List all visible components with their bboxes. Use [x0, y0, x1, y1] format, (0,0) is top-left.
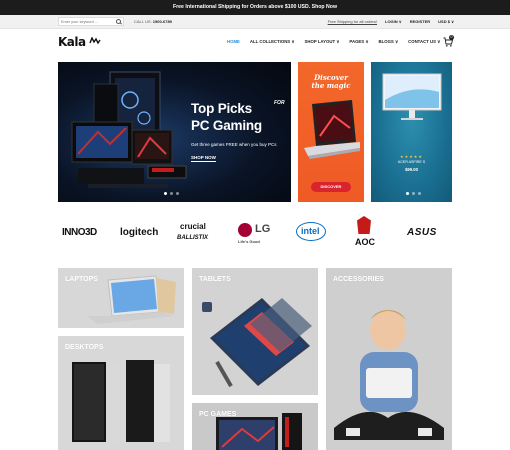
brand-inno3d[interactable]: INNO3D [62, 227, 97, 238]
hero-title-line2: PC Gaming [191, 118, 262, 133]
promo-slider-dots [406, 192, 421, 195]
utility-links: Free Shipping for all orders! LOGIN ∨ RE… [328, 19, 454, 24]
category-tile-tablets[interactable]: TABLETS [192, 268, 318, 395]
hero-subtitle: Get three games FREE when you buy PCs [191, 142, 277, 147]
slider-dot[interactable] [412, 192, 415, 195]
site-header: Kala HOME ALL COLLECTIONS ∨ SHOP LAYOUT … [0, 29, 510, 55]
brand-ballistix[interactable]: BALLISTIX [177, 235, 208, 241]
nav-pages[interactable]: PAGES ∨ [349, 39, 368, 45]
register-link[interactable]: REGISTER [410, 19, 430, 24]
brand-asus[interactable]: ASUS [407, 227, 437, 238]
login-link[interactable]: LOGIN ∨ [385, 19, 402, 24]
category-label: DESKTOPS [65, 344, 104, 351]
brand-lg-tagline: Life's Good [238, 239, 260, 244]
brand-logitech[interactable]: logitech [120, 227, 158, 238]
aoc-shield-icon [357, 216, 371, 234]
announcement-bar[interactable]: Free International Shipping for Orders a… [0, 0, 510, 15]
brand-crucial[interactable]: crucial [180, 222, 206, 231]
category-tile-pc-games[interactable]: PC GAMES [192, 403, 318, 450]
site-logo[interactable]: Kala [58, 35, 86, 49]
hero-slider-dots [164, 192, 179, 195]
slider-dot[interactable] [170, 192, 173, 195]
shipping-link[interactable]: Free Shipping for all orders! [328, 19, 377, 24]
nav-home[interactable]: HOME [227, 39, 240, 45]
nav-shop-layout[interactable]: SHOP LAYOUT ∨ [305, 39, 340, 45]
shop-now-button[interactable]: SHOP NOW [191, 155, 216, 162]
discover-button[interactable]: DISCOVER [311, 182, 351, 192]
desktops-image [72, 360, 170, 442]
hero-slide-pc-gaming[interactable]: Top Picks PC Gaming FOR Get three games … [58, 62, 291, 202]
rating-stars: ★★★★★ [400, 154, 423, 159]
call-number: 1500-6789 [152, 19, 172, 24]
brand-aoc[interactable]: AOC [355, 237, 375, 247]
logo-mark-icon [89, 37, 101, 45]
call-label: CALL US: [134, 19, 152, 24]
promo-discover-line2: the magic [311, 81, 351, 90]
slider-dot[interactable] [418, 192, 421, 195]
gaming-pc-image [71, 71, 187, 188]
slider-dot[interactable] [176, 192, 179, 195]
nav-all-collections[interactable]: ALL COLLECTIONS ∨ [250, 39, 295, 45]
category-label: PC GAMES [199, 411, 237, 418]
category-label: ACCESSORIES [333, 276, 384, 283]
brand-logos: INNO3D logitech crucial BALLISTIX LG Lif… [58, 214, 452, 254]
product-name[interactable]: ACER ASPIRE S [371, 160, 452, 164]
main-nav: HOME ALL COLLECTIONS ∨ SHOP LAYOUT ∨ PAG… [227, 39, 440, 45]
brand-intel[interactable]: intel [301, 226, 320, 236]
promo-discover[interactable]: Discover the magic DISCOVER [298, 62, 364, 202]
category-tile-accessories[interactable]: ACCESSORIES [326, 268, 452, 450]
tablets-image [202, 298, 312, 388]
product-price: $99.00 [405, 167, 418, 172]
category-label: LAPTOPS [65, 276, 98, 283]
accessories-image [334, 310, 444, 440]
search-box[interactable] [58, 17, 124, 26]
search-icon[interactable] [116, 19, 121, 24]
hero-title: Top Picks PC Gaming [191, 100, 262, 134]
slider-dot[interactable] [406, 192, 409, 195]
slider-dot[interactable] [164, 192, 167, 195]
search-input[interactable] [61, 18, 115, 25]
category-tile-desktops[interactable]: DESKTOPS [58, 336, 184, 450]
category-tile-laptops[interactable]: LAPTOPS [58, 268, 184, 328]
hero-title-line1: Top Picks [191, 101, 252, 116]
promo-acer-aspire[interactable]: ★★★★★ ACER ASPIRE S $99.00 [371, 62, 452, 202]
utility-bar: CALL US: 1500-6789 Free Shipping for all… [0, 15, 510, 29]
laptop-image [304, 100, 360, 159]
category-label: TABLETS [199, 276, 231, 283]
lg-logo-icon [238, 223, 252, 237]
promo-discover-title: Discover the magic [298, 74, 364, 90]
hero-title-for: FOR [274, 100, 285, 106]
call-us: CALL US: 1500-6789 [134, 19, 172, 24]
currency-select[interactable]: USD $ ∨ [438, 19, 454, 24]
monitor-image [382, 73, 442, 120]
cart-count-badge: 0 [449, 35, 454, 40]
nav-contact-us[interactable]: CONTACT US ∨ [408, 39, 440, 45]
brand-lg[interactable]: LG [255, 223, 270, 235]
nav-blogs[interactable]: BLOGS ∨ [379, 39, 399, 45]
